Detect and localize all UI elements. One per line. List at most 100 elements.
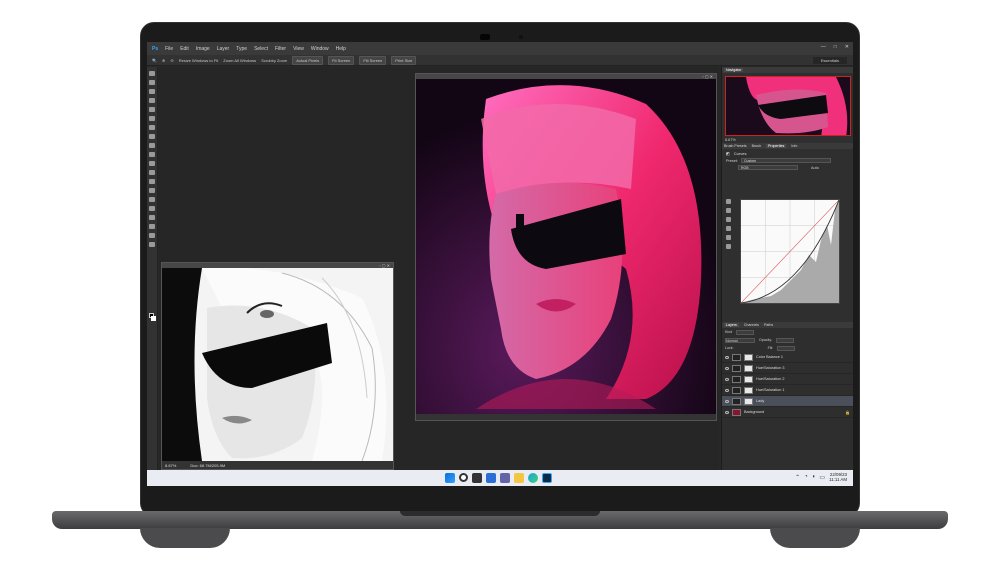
hand-tool-icon[interactable]: [149, 233, 155, 238]
menu-window[interactable]: Window: [311, 46, 329, 52]
visibility-eye-icon[interactable]: [725, 410, 729, 414]
menu-help[interactable]: Help: [336, 46, 346, 52]
fill-screen-button[interactable]: Fill Screen: [359, 55, 387, 65]
maximize-button[interactable]: □: [834, 44, 837, 50]
curves-graph[interactable]: [740, 199, 840, 304]
white-point-eyedropper-icon[interactable]: [726, 226, 731, 231]
wifi-icon[interactable]: ◔: [804, 474, 808, 480]
navigator-thumbnail[interactable]: [725, 76, 851, 136]
portrait-bw-photo[interactable]: [162, 268, 393, 461]
scrubby-zoom-checkbox[interactable]: Scrubby Zoom: [261, 58, 287, 63]
tab-paths[interactable]: Paths: [764, 323, 773, 327]
edge-icon[interactable]: [528, 473, 538, 483]
battery-icon[interactable]: ▭: [819, 474, 825, 481]
menu-filter[interactable]: Filter: [275, 46, 286, 52]
task-view-icon[interactable]: [472, 473, 482, 483]
move-tool-icon[interactable]: [149, 71, 155, 76]
opacity-field[interactable]: [776, 337, 795, 343]
blend-mode-select[interactable]: Normal: [725, 337, 755, 343]
portrait-color-photo[interactable]: [416, 79, 716, 415]
zoom-out-icon[interactable]: ⊖: [170, 58, 173, 63]
tab-properties[interactable]: Properties: [765, 144, 787, 148]
menu-view[interactable]: View: [293, 46, 304, 52]
tab-layers[interactable]: Layers: [724, 323, 739, 327]
crop-tool-icon[interactable]: [149, 107, 155, 112]
gray-point-eyedropper-icon[interactable]: [726, 217, 731, 222]
layer-row[interactable]: Color Balance 1: [722, 352, 853, 363]
eraser-tool-icon[interactable]: [149, 161, 155, 166]
menu-layer[interactable]: Layer: [217, 46, 230, 52]
tab-channels[interactable]: Channels: [744, 323, 759, 327]
layer-row[interactable]: Hue/Saturation 2: [722, 374, 853, 385]
layer-row-selected[interactable]: Lady: [722, 396, 853, 407]
marquee-tool-icon[interactable]: [149, 80, 155, 85]
visibility-eye-icon[interactable]: [725, 355, 729, 359]
lasso-tool-icon[interactable]: [149, 89, 155, 94]
menu-image[interactable]: Image: [196, 46, 210, 52]
start-icon[interactable]: [445, 473, 455, 483]
quick-select-tool-icon[interactable]: [149, 98, 155, 103]
tab-brush[interactable]: Brush: [752, 144, 761, 148]
curve-point-icon[interactable]: [726, 235, 731, 240]
tab-brush-presets[interactable]: Brush Presets: [724, 144, 747, 148]
auto-button[interactable]: Auto: [811, 166, 819, 170]
fit-screen-button[interactable]: Fit Screen: [328, 55, 355, 65]
pen-tool-icon[interactable]: [149, 197, 155, 202]
type-tool-icon[interactable]: [149, 206, 155, 211]
volume-icon[interactable]: ◖: [812, 474, 816, 480]
print-size-button[interactable]: Print Size: [391, 55, 417, 65]
teams-chat-icon[interactable]: [500, 473, 510, 483]
navigator-zoom[interactable]: 8.67%: [722, 136, 853, 143]
actual-pixels-button[interactable]: Actual Pixels: [292, 55, 324, 65]
document-window-color[interactable]: ▫ ▢ ✕: [415, 73, 717, 421]
menu-type[interactable]: Type: [236, 46, 247, 52]
widgets-icon[interactable]: [486, 473, 496, 483]
visibility-eye-icon[interactable]: [725, 366, 729, 370]
background-color-swatch[interactable]: [151, 316, 156, 321]
layer-row[interactable]: Background 🔒: [722, 407, 853, 418]
clock[interactable]: 22/09/23 11:11 AM: [829, 472, 847, 482]
preset-select[interactable]: Custom: [741, 158, 832, 163]
gradient-tool-icon[interactable]: [149, 170, 155, 175]
layer-filter-box[interactable]: [736, 329, 755, 335]
path-select-tool-icon[interactable]: [149, 215, 155, 220]
shape-tool-icon[interactable]: [149, 224, 155, 229]
tab-navigator[interactable]: Navigator: [724, 68, 744, 72]
chevron-up-icon[interactable]: ⌃: [795, 474, 800, 481]
pencil-curve-icon[interactable]: [726, 244, 731, 249]
layer-kind-filter[interactable]: Kind: [725, 330, 732, 334]
blur-tool-icon[interactable]: [149, 179, 155, 184]
visibility-eye-icon[interactable]: [725, 399, 729, 403]
healing-tool-icon[interactable]: [149, 125, 155, 130]
file-explorer-icon[interactable]: [514, 473, 524, 483]
zoom-all-windows-checkbox[interactable]: Zoom All Windows: [223, 58, 256, 63]
brush-tool-icon[interactable]: [149, 134, 155, 139]
dodge-tool-icon[interactable]: [149, 188, 155, 193]
photoshop-taskbar-icon[interactable]: [542, 473, 552, 483]
eyedropper-tool-icon[interactable]: [149, 116, 155, 121]
close-button[interactable]: ✕: [845, 44, 849, 50]
workspace-switcher[interactable]: Essentials: [812, 57, 847, 64]
visibility-eye-icon[interactable]: [725, 377, 729, 381]
channel-select[interactable]: RGB: [738, 165, 798, 170]
layer-row[interactable]: Hue/Saturation 1: [722, 385, 853, 396]
minimize-button[interactable]: —: [821, 44, 826, 50]
tab-info[interactable]: Info: [791, 144, 797, 148]
zoom-in-icon[interactable]: ⊕: [162, 58, 165, 63]
stamp-tool-icon[interactable]: [149, 143, 155, 148]
bw-zoom-level[interactable]: 8.67%: [165, 463, 176, 468]
menu-file[interactable]: File: [165, 46, 173, 52]
fill-field[interactable]: [777, 345, 796, 351]
history-brush-tool-icon[interactable]: [149, 152, 155, 157]
black-point-eyedropper-icon[interactable]: [726, 208, 731, 213]
zoom-tool-icon[interactable]: [149, 242, 155, 247]
layer-row[interactable]: Hue/Saturation 3: [722, 363, 853, 374]
zoom-tool-icon[interactable]: 🔍: [152, 58, 157, 63]
menu-edit[interactable]: Edit: [180, 46, 189, 52]
resize-windows-checkbox[interactable]: Resize Windows to Fit: [179, 58, 219, 63]
search-icon[interactable]: [459, 473, 468, 482]
document-window-bw[interactable]: ▫ ▢ ✕ 8.67% Doc: 68.7M/205.9M: [161, 262, 394, 470]
on-image-adjust-icon[interactable]: [726, 199, 731, 204]
visibility-eye-icon[interactable]: [725, 388, 729, 392]
menu-select[interactable]: Select: [254, 46, 268, 52]
